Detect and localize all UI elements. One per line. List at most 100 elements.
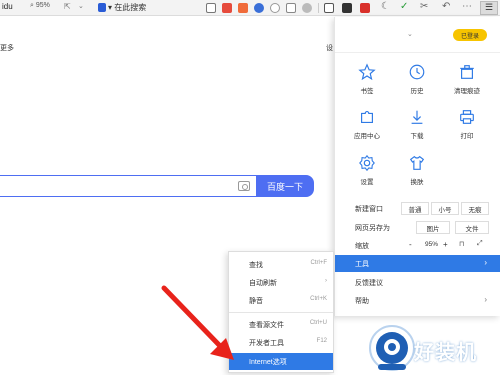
save-as-file-button[interactable]: 文件 — [455, 221, 489, 234]
chevron-right-icon: › — [484, 258, 487, 267]
menu-header: ⌄ 已登录 — [335, 17, 500, 53]
mute-menu-item[interactable]: 静音 Ctrl+K — [229, 292, 333, 309]
help-menu-item[interactable]: 帮助 › — [335, 292, 500, 309]
bookmarks-label: 书签 — [360, 88, 374, 95]
red-badge-icon[interactable] — [360, 3, 370, 13]
developer-tools-menu-item[interactable]: 开发者工具 F12 — [229, 334, 333, 351]
chevron-down-icon[interactable]: ⌄ — [407, 30, 413, 38]
more-icon[interactable]: ⋯ — [462, 1, 472, 12]
star-icon — [358, 63, 376, 81]
save-page-label: 网页另存为 — [355, 225, 390, 232]
more-link[interactable]: 更多 — [0, 43, 14, 53]
find-menu-item[interactable]: 查找 Ctrl+F — [229, 256, 333, 273]
search-input[interactable] — [0, 175, 256, 197]
internet-options-menu-item[interactable]: Internet选项 — [229, 353, 333, 370]
new-window-normal-button[interactable]: 普通 — [401, 202, 429, 215]
extension-red2-icon[interactable] — [238, 3, 248, 13]
submenu-divider — [229, 312, 333, 313]
save-as-image-button[interactable]: 图片 — [416, 221, 450, 234]
mute-shortcut: Ctrl+K — [310, 296, 327, 302]
zoom-in-button[interactable]: + — [443, 240, 448, 249]
bookmarks-button[interactable]: 书签 — [343, 63, 391, 103]
mute-label: 静音 — [249, 298, 263, 305]
extension-gray-icon[interactable] — [302, 3, 312, 13]
zoom-label: 缩放 — [355, 243, 369, 250]
toolbar-divider — [318, 3, 319, 13]
find-label: 查找 — [249, 262, 263, 269]
search-here-label[interactable]: ▾ 在此搜索 — [98, 2, 146, 13]
new-window-row: 新建窗口 普通 小号 无痕 — [335, 200, 500, 217]
extension-red-icon[interactable] — [222, 3, 232, 13]
search-here-text: 在此搜索 — [114, 3, 147, 12]
browser-menu: ⌄ 已登录 书签 历史 清理痕迹 应用中心 下载 打印 设置 换肤 新建窗口 普… — [334, 17, 500, 316]
gear-icon — [359, 154, 375, 172]
history-button[interactable]: 历史 — [393, 63, 441, 103]
view-source-menu-item[interactable]: 查看源文件 Ctrl+U — [229, 316, 333, 333]
shield-icon[interactable] — [286, 3, 296, 13]
puzzle-icon — [361, 111, 373, 123]
help-label: 帮助 — [355, 298, 369, 305]
scissors-icon[interactable]: ✂ — [420, 1, 428, 12]
settings-label: 设置 — [360, 179, 374, 186]
skin-label: 换肤 — [410, 179, 424, 186]
login-button[interactable]: 已登录 — [453, 29, 487, 41]
print-button[interactable]: 打印 — [443, 108, 491, 148]
app-center-button[interactable]: 应用中心 — [343, 108, 391, 148]
save-page-row: 网页另存为 图片 文件 — [335, 219, 500, 236]
tools-label: 工具 — [355, 261, 369, 268]
settings-button[interactable]: 设置 — [343, 154, 391, 194]
annotation-arrow — [161, 285, 234, 360]
moon-icon[interactable]: ☾ — [381, 1, 390, 12]
zoom-indicator[interactable]: ⌕ 95% — [30, 2, 50, 10]
search-button[interactable]: 百度一下 — [256, 175, 314, 197]
translate-icon[interactable] — [324, 3, 334, 13]
developer-tools-shortcut: F12 — [316, 338, 327, 344]
history-label: 历史 — [410, 88, 424, 95]
downloads-button[interactable]: 下载 — [393, 108, 441, 148]
developer-tools-label: 开发者工具 — [249, 340, 284, 347]
new-window-label: 新建窗口 — [355, 206, 383, 213]
check-icon[interactable]: ✓ — [400, 1, 408, 12]
new-window-small-button[interactable]: 小号 — [431, 202, 459, 215]
tools-submenu: 查找 Ctrl+F 自动刷新 › 静音 Ctrl+K 查看源文件 Ctrl+U … — [228, 251, 334, 373]
app-center-label: 应用中心 — [354, 133, 380, 140]
fullscreen-icon[interactable]: ⤢ — [477, 240, 483, 248]
view-source-shortcut: Ctrl+U — [309, 320, 327, 326]
shirt-icon — [409, 155, 425, 170]
auto-refresh-label: 自动刷新 — [249, 280, 277, 287]
zoom-out-button[interactable]: - — [409, 240, 412, 249]
new-window-incognito-button[interactable]: 无痕 — [461, 202, 489, 215]
browser-toolbar: idu ⌕ 95% ⇱ ⌄ ▾ 在此搜索 ☾ ✓ ✂ ↶ ⋯ ☰ — [0, 0, 500, 16]
downloads-label: 下载 — [410, 133, 424, 140]
download-icon — [411, 110, 423, 124]
clear-traces-button[interactable]: 清理痕迹 — [443, 63, 491, 103]
auto-refresh-menu-item[interactable]: 自动刷新 › — [229, 274, 333, 291]
clear-traces-label: 清理痕迹 — [454, 88, 480, 95]
zoom-value: 95% — [35, 2, 50, 9]
find-shortcut: Ctrl+F — [310, 260, 328, 266]
internet-options-label: Internet选项 — [249, 359, 287, 366]
feedback-menu-item[interactable]: 反馈建议 — [335, 274, 500, 291]
view-source-label: 查看源文件 — [249, 322, 284, 329]
clock-icon — [409, 64, 425, 80]
settings-link-fragment[interactable]: 设 — [326, 43, 333, 53]
tools-menu-item[interactable]: 工具 › — [335, 255, 500, 272]
skin-button[interactable]: 换肤 — [393, 154, 441, 194]
hamburger-menu-icon[interactable]: ☰ — [480, 1, 498, 15]
chevron-right-icon: › — [325, 278, 327, 284]
lock-icon[interactable]: ⊓ — [459, 240, 464, 248]
extension-blue-icon[interactable] — [254, 3, 264, 13]
print-label: 打印 — [460, 133, 474, 140]
address-bar-fragment[interactable]: idu — [2, 2, 13, 11]
screenshot-icon[interactable] — [342, 3, 352, 13]
chevron-down-icon[interactable]: ⌄ — [78, 2, 84, 10]
undo-icon[interactable]: ↶ — [442, 1, 450, 12]
extension-circle-icon[interactable] — [270, 3, 280, 13]
zoom-row: 缩放 - 95% + ⊓ ⤢ — [335, 237, 500, 254]
grid-app-icon[interactable] — [206, 3, 216, 13]
share-icon[interactable]: ⇱ — [64, 2, 71, 11]
camera-icon[interactable] — [238, 181, 250, 191]
zoom-value: 95% — [425, 241, 439, 248]
watermark-text: 好装机 — [414, 342, 477, 364]
chevron-right-icon: › — [484, 295, 487, 304]
